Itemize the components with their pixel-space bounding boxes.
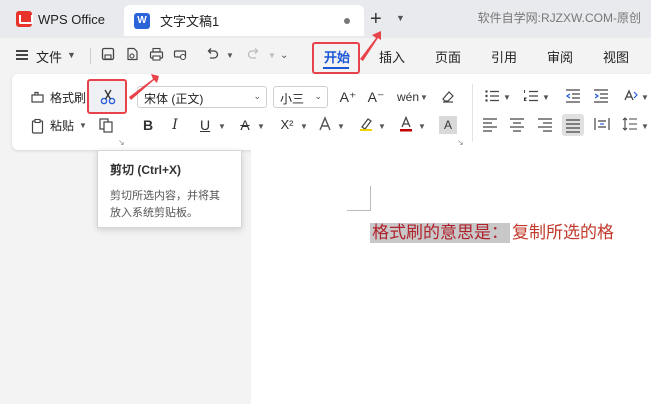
document-page[interactable] <box>251 150 651 404</box>
highlight-pen-icon[interactable] <box>357 116 375 134</box>
word-doc-icon: W <box>134 12 150 29</box>
tab-view[interactable]: 视图 <box>603 47 629 66</box>
watermark-text: 软件自学网:RJZXW.COM-原创 <box>477 11 641 25</box>
tab-review[interactable]: 审阅 <box>547 47 573 66</box>
print-preview-icon[interactable] <box>172 47 188 63</box>
clipboard-dialog-launcher-icon[interactable]: ↘ <box>118 138 125 147</box>
title-bar: WPS Office W 文字文稿1 + ▼ 软件自学网:RJZXW.COM-原… <box>0 0 651 38</box>
chevron-down-icon[interactable]: ▼ <box>337 122 345 131</box>
document-tab-title: 文字文稿1 <box>160 14 220 29</box>
line-spacing-icon[interactable] <box>621 116 639 134</box>
font-dialog-launcher-icon[interactable]: ↘ <box>457 138 464 147</box>
strikethrough-button[interactable]: A <box>236 116 254 134</box>
cut-button[interactable] <box>87 79 127 114</box>
cut-tooltip: 剪切 (Ctrl+X) 剪切所选内容，并将其 放入系统剪贴板。 <box>97 150 242 228</box>
decrease-indent-icon[interactable] <box>564 88 582 106</box>
undo-icon[interactable] <box>204 47 220 63</box>
margin-marker <box>347 210 371 211</box>
paste-label: 粘贴 <box>50 119 75 133</box>
save-icon[interactable] <box>100 47 116 63</box>
divider <box>90 48 91 64</box>
align-right-icon[interactable] <box>536 116 554 134</box>
app-name: WPS Office <box>38 11 105 27</box>
selected-text[interactable]: 格式刷的意思是： <box>370 223 510 243</box>
chevron-down-icon[interactable]: ▼ <box>67 50 76 60</box>
chevron-down-icon[interactable]: ▼ <box>418 122 426 131</box>
tooltip-description: 剪切所选内容，并将其 放入系统剪贴板。 <box>110 188 229 222</box>
file-menu[interactable]: 文件 <box>36 47 62 66</box>
format-painter-label: 格式刷 <box>50 91 87 105</box>
chevron-down-icon[interactable]: ▼ <box>226 51 234 60</box>
pinyin-guide-icon[interactable]: wén <box>397 88 419 106</box>
new-tab-button[interactable]: + <box>370 8 382 30</box>
font-name-value: 宋体 (正文) <box>144 92 204 106</box>
body-text[interactable]: 复制所选的格 <box>512 223 614 243</box>
font-size-value: 小三 <box>280 92 305 106</box>
scissors-icon <box>100 89 116 105</box>
document-tab[interactable]: W 文字文稿1 <box>124 5 364 36</box>
chevron-down-icon[interactable]: ▼ <box>268 51 276 60</box>
app-home-tab[interactable]: WPS Office <box>8 6 113 32</box>
superscript-button[interactable]: X² <box>276 116 298 134</box>
align-left-icon[interactable] <box>481 116 499 134</box>
tab-references[interactable]: 引用 <box>491 47 517 66</box>
bullet-list-icon[interactable] <box>483 88 501 106</box>
chevron-down-icon[interactable]: ▼ <box>257 122 265 131</box>
chevron-down-icon[interactable]: ▼ <box>396 13 405 23</box>
chevron-down-icon[interactable]: ▼ <box>79 121 87 130</box>
chevron-down-icon[interactable]: ▼ <box>218 122 226 131</box>
chevron-down-icon: ⌄ <box>253 91 261 101</box>
align-center-icon[interactable] <box>508 116 526 134</box>
chevron-down-icon[interactable]: ▼ <box>378 122 386 131</box>
clipboard-icon <box>30 118 46 134</box>
format-painter-icon <box>30 90 46 106</box>
unsaved-dot-icon[interactable] <box>344 17 350 24</box>
tooltip-title: 剪切 (Ctrl+X) <box>110 163 182 177</box>
char-shading-button[interactable]: A <box>439 116 457 134</box>
paste-button[interactable]: 粘贴 ▼ <box>30 117 87 134</box>
active-tab-underline <box>323 67 349 69</box>
numbered-list-icon[interactable] <box>522 88 540 106</box>
more-chevron-icon[interactable]: ⌄ <box>280 50 288 61</box>
wps-logo-icon <box>16 11 33 27</box>
shrink-font-icon[interactable]: A⁻ <box>367 88 385 106</box>
font-color-icon[interactable] <box>397 115 415 134</box>
chevron-down-icon[interactable]: ▼ <box>641 122 649 131</box>
bold-button[interactable]: B <box>139 116 157 134</box>
tab-insert[interactable]: 插入 <box>379 47 405 66</box>
chevron-down-icon[interactable]: ▼ <box>420 93 428 102</box>
tooltip-desc-line: 剪切所选内容，并将其 <box>110 190 220 202</box>
document-text-line[interactable]: 格式刷的意思是： 复制所选的格 <box>370 215 614 251</box>
underline-button[interactable]: U <box>196 116 214 134</box>
margin-marker <box>370 186 371 210</box>
chevron-down-icon[interactable]: ▼ <box>542 93 550 102</box>
distribute-icon[interactable] <box>593 116 611 134</box>
copy-icon[interactable] <box>97 117 115 135</box>
chevron-down-icon: ⌄ <box>314 91 322 101</box>
print-icon[interactable] <box>148 47 164 63</box>
hamburger-menu-icon[interactable] <box>16 50 28 60</box>
text-effect-icon[interactable] <box>316 116 334 134</box>
redo-icon[interactable] <box>246 47 262 63</box>
chevron-down-icon[interactable]: ▼ <box>641 93 649 102</box>
clear-formatting-icon[interactable] <box>439 88 457 106</box>
font-size-select[interactable]: 小三 ⌄ <box>273 86 328 108</box>
export-pdf-icon[interactable] <box>124 47 140 63</box>
chevron-down-icon[interactable]: ▼ <box>503 93 511 102</box>
active-tab-highlight <box>312 42 360 74</box>
font-name-select[interactable]: 宋体 (正文) ⌄ <box>137 86 267 108</box>
increase-indent-icon[interactable] <box>592 88 610 106</box>
tab-page[interactable]: 页面 <box>435 47 461 66</box>
text-direction-icon[interactable] <box>621 88 639 106</box>
divider <box>472 84 473 142</box>
justify-icon[interactable] <box>562 114 584 136</box>
grow-font-icon[interactable]: A⁺ <box>339 88 357 106</box>
format-painter-button[interactable]: 格式刷 <box>30 89 86 106</box>
italic-button[interactable]: I <box>166 116 184 134</box>
chevron-down-icon[interactable]: ▼ <box>300 122 308 131</box>
tooltip-desc-line: 放入系统剪贴板。 <box>110 207 198 219</box>
